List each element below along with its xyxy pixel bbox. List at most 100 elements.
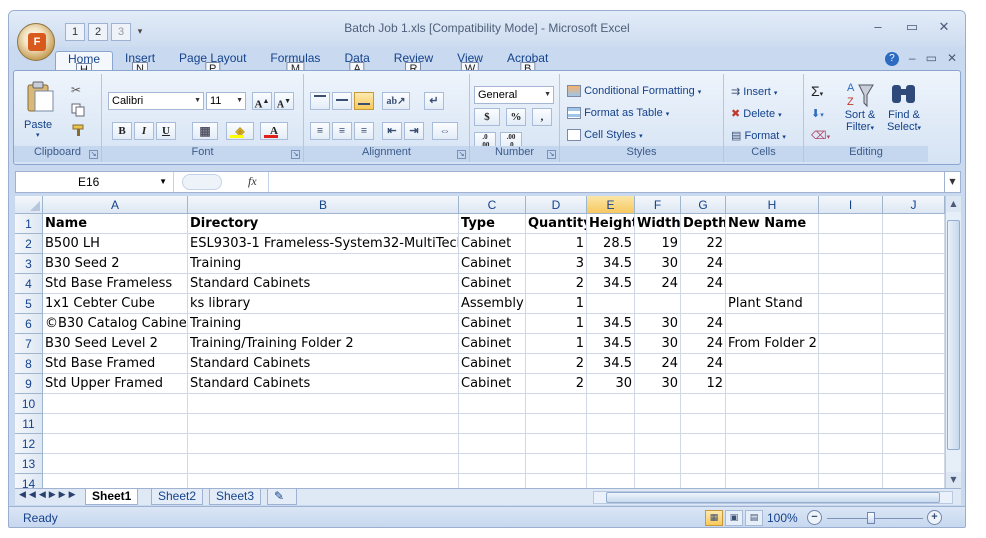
row-header[interactable]: 2 (15, 234, 43, 254)
table-cell[interactable] (726, 454, 819, 474)
table-cell[interactable] (883, 474, 945, 488)
tab-formulas[interactable]: Formulas M (258, 51, 332, 77)
table-cell[interactable]: Standard Cabinets (188, 354, 459, 374)
workbook-minimize-button[interactable]: – (909, 51, 916, 66)
normal-view-button[interactable]: ▦ (705, 510, 723, 526)
minimize-button[interactable]: – (865, 19, 891, 34)
column-title-cell[interactable]: Directory (188, 214, 459, 234)
table-cell[interactable]: 1 (526, 314, 587, 334)
table-cell[interactable] (587, 434, 635, 454)
tab-insert[interactable]: Insert N (113, 51, 167, 77)
maximize-button[interactable]: ▭ (899, 19, 925, 35)
table-cell[interactable]: 28.5 (587, 234, 635, 254)
row-header[interactable]: 9 (15, 374, 43, 394)
clipboard-launcher-icon[interactable]: ↘ (89, 150, 98, 159)
table-cell[interactable] (526, 474, 587, 488)
sheet-nav-arrows-icon[interactable]: ◀◀◀▶▶▶ (19, 490, 79, 500)
orientation-button[interactable]: ab↗ (382, 92, 410, 110)
table-cell[interactable]: Standard Cabinets (188, 274, 459, 294)
table-cell[interactable] (681, 294, 726, 314)
row-header[interactable]: 14 (15, 474, 43, 488)
copy-icon[interactable] (70, 102, 88, 118)
alignment-launcher-icon[interactable]: ↘ (457, 150, 466, 159)
table-cell[interactable]: 34.5 (587, 254, 635, 274)
table-cell[interactable] (188, 414, 459, 434)
table-cell[interactable]: Cabinet (459, 314, 526, 334)
table-cell[interactable] (883, 334, 945, 354)
tab-review[interactable]: Review R (382, 51, 445, 77)
table-cell[interactable]: 12 (681, 374, 726, 394)
table-cell[interactable]: 24 (681, 354, 726, 374)
align-left-button[interactable]: ≡ (310, 122, 330, 140)
column-header-b[interactable]: B (188, 196, 459, 214)
table-cell[interactable]: Assembly (459, 294, 526, 314)
merge-center-button[interactable]: ⇔ (432, 122, 458, 140)
table-cell[interactable]: Cabinet (459, 354, 526, 374)
table-cell[interactable] (587, 414, 635, 434)
table-cell[interactable] (726, 394, 819, 414)
table-cell[interactable] (459, 394, 526, 414)
table-cell[interactable] (883, 454, 945, 474)
align-right-button[interactable]: ≡ (354, 122, 374, 140)
workbook-close-button[interactable]: ✕ (947, 51, 957, 66)
decrease-indent-button[interactable]: ⇤ (382, 122, 402, 140)
table-cell[interactable]: Training/Training Folder 2 (188, 334, 459, 354)
format-painter-icon[interactable] (70, 122, 88, 138)
tab-page-layout[interactable]: Page Layout P (167, 51, 258, 77)
qat-customize-icon[interactable]: ▾ (134, 23, 146, 41)
sheet-tab-sheet1[interactable]: Sheet1 (85, 489, 139, 505)
column-title-cell[interactable]: Name (43, 214, 188, 234)
select-all-button[interactable] (15, 196, 43, 214)
table-cell[interactable] (819, 354, 883, 374)
table-cell[interactable]: 34.5 (587, 334, 635, 354)
grow-font-button[interactable]: A▲ (252, 92, 272, 111)
delete-cells-button[interactable]: ✖ Delete ▾ (730, 106, 800, 124)
table-cell[interactable]: Standard Cabinets (188, 374, 459, 394)
horizontal-scroll-thumb[interactable] (606, 492, 940, 503)
scroll-down-icon[interactable]: ▼ (946, 472, 961, 488)
table-cell[interactable] (883, 274, 945, 294)
table-cell[interactable] (726, 314, 819, 334)
table-cell[interactable]: 2 (526, 274, 587, 294)
italic-button[interactable]: I (134, 122, 154, 140)
table-cell[interactable]: 24 (681, 334, 726, 354)
column-title-cell[interactable]: Width (635, 214, 681, 234)
cell-styles-button[interactable]: Cell Styles ▾ (566, 128, 722, 146)
formula-input[interactable] (268, 172, 944, 192)
table-cell[interactable] (459, 454, 526, 474)
formula-bar-handle[interactable] (182, 174, 222, 190)
table-cell[interactable] (526, 394, 587, 414)
table-cell[interactable] (188, 474, 459, 488)
borders-button[interactable]: ▦ (192, 122, 218, 140)
vertical-scroll-thumb[interactable] (947, 220, 960, 450)
workbook-restore-button[interactable]: ▭ (926, 51, 937, 66)
table-cell[interactable] (883, 434, 945, 454)
column-header-e[interactable]: E (587, 196, 635, 214)
underline-button[interactable]: U (156, 122, 176, 140)
font-launcher-icon[interactable]: ↘ (291, 150, 300, 159)
tab-acrobat[interactable]: Acrobat B (495, 51, 560, 77)
align-bottom-button[interactable] (354, 92, 374, 110)
horizontal-scrollbar[interactable] (593, 491, 953, 504)
table-cell[interactable] (526, 454, 587, 474)
scroll-up-icon[interactable]: ▲ (946, 196, 961, 212)
zoom-level[interactable]: 100% (767, 511, 798, 525)
table-cell[interactable] (819, 334, 883, 354)
column-header-j[interactable]: J (883, 196, 945, 214)
table-cell[interactable]: 19 (635, 234, 681, 254)
table-cell[interactable] (726, 414, 819, 434)
table-cell[interactable] (459, 474, 526, 488)
align-center-button[interactable]: ≡ (332, 122, 352, 140)
table-cell[interactable] (883, 234, 945, 254)
row-header[interactable]: 4 (15, 274, 43, 294)
table-cell[interactable] (883, 314, 945, 334)
save-keytip[interactable]: 1 (65, 23, 85, 41)
table-cell[interactable]: 24 (635, 274, 681, 294)
table-cell[interactable] (819, 314, 883, 334)
table-cell[interactable]: Std Base Framed (43, 354, 188, 374)
table-cell[interactable] (819, 394, 883, 414)
row-header[interactable]: 6 (15, 314, 43, 334)
table-cell[interactable] (635, 454, 681, 474)
column-title-cell[interactable]: Type (459, 214, 526, 234)
table-cell[interactable] (819, 234, 883, 254)
